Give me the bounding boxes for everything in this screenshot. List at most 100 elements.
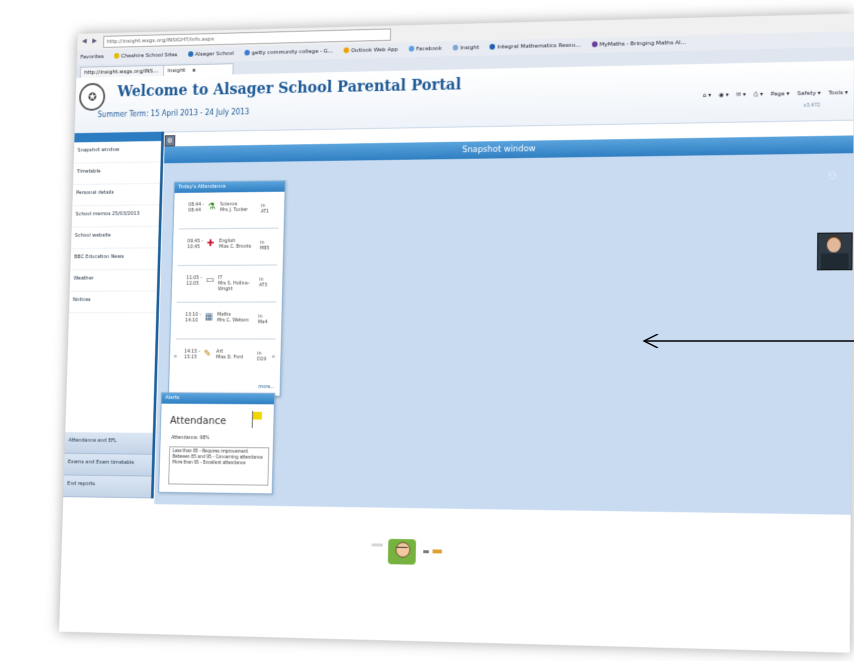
school-crest-icon: ✪: [78, 82, 106, 111]
lesson-details: Science Mrs J. Tucker: [220, 201, 258, 213]
taskbar-item[interactable]: [371, 543, 383, 547]
forward-icon[interactable]: ▶: [90, 36, 99, 45]
lesson-time: 09:45 - 10:45: [187, 238, 204, 250]
people-icon[interactable]: ⚇: [828, 169, 842, 182]
calculator-icon: ▦: [204, 312, 214, 323]
next-arrow-icon[interactable]: «: [271, 353, 275, 361]
lesson-room-group: in Ma4: [258, 314, 273, 325]
attendance-legend: Less than 85 - Requires improvement Betw…: [168, 446, 270, 486]
previous-arrow-icon[interactable]: »: [173, 353, 177, 361]
sidebar-item-attendance[interactable]: Attendance and EFL: [64, 432, 153, 455]
sidebar-bottom-group: Attendance and EFL Exams and Exam timeta…: [63, 432, 153, 499]
lesson-room-group: in M85: [260, 240, 275, 251]
version-label: v3.472: [803, 102, 821, 109]
tools-menu[interactable]: Tools ▾: [828, 89, 847, 96]
avatar: [816, 232, 853, 271]
flag-england-icon: ✚: [206, 238, 215, 249]
legend-line: More than 95 - Excellent attendance: [172, 460, 246, 467]
page-title: Welcome to Alsager School Parental Porta…: [117, 75, 462, 101]
lesson-details: Maths Mrs C. Watson: [217, 312, 255, 323]
sidebar-item-timetable[interactable]: Timetable: [73, 162, 161, 185]
computer-icon: ▭: [205, 275, 215, 286]
sidebar-item-snapshot[interactable]: Snapshot window: [73, 140, 162, 164]
snapshot-title-bar: Snapshot window: [164, 135, 854, 164]
snapshot-area: Snapshot window ⚇ Today's Attendance 08:…: [154, 135, 854, 515]
bookmark[interactable]: Cheshire School Sites: [114, 52, 177, 60]
sidebar-item-personal-details[interactable]: Personal details: [72, 183, 160, 207]
mail-icon[interactable]: ✉ ▾: [736, 91, 746, 98]
attendance-percent: Attendance: 98%: [171, 434, 210, 442]
lesson-teacher: Miss C. Brooks: [218, 243, 252, 250]
bookmark[interactable]: Facebook: [408, 45, 442, 52]
bookmark[interactable]: MyMaths - Bringing Maths Al...: [591, 39, 686, 48]
sidebar-item-weather[interactable]: Weather: [69, 269, 158, 292]
alert-heading: Attendance: [169, 414, 227, 427]
browser-command-bar: ⌂ ▾ ◉ ▾ ✉ ▾ ⎙ ▾ Page ▾ Safety ▾ Tools ▾: [697, 89, 848, 100]
back-icon[interactable]: ◀: [80, 36, 89, 45]
favorites-label[interactable]: Favorites: [80, 53, 104, 60]
lesson-time: 08:44 - 08:44: [188, 202, 205, 214]
lesson-row[interactable]: » 14:15 - 15:15 ✎ Art Miss D. Ford in D19 …: [173, 339, 276, 375]
lesson-room: M85: [259, 245, 270, 252]
more-link[interactable]: more...: [258, 384, 274, 390]
print-icon[interactable]: ⎙ ▾: [753, 91, 762, 98]
tab-label: Insight: [167, 67, 186, 75]
sidebar-item-school-website[interactable]: School website: [71, 226, 159, 249]
page-menu[interactable]: Page ▾: [771, 90, 790, 97]
bookmark-icon: [408, 45, 415, 52]
feeds-icon[interactable]: ◉ ▾: [719, 92, 729, 99]
lesson-time: 13:10 - 14:10: [185, 312, 202, 324]
flag-icon: [250, 410, 263, 429]
lesson-room-group: in AT3: [259, 277, 274, 288]
lesson-row[interactable]: 13:10 - 14:10 ▦ Maths Mrs C. Watson in Ma4: [175, 302, 277, 340]
lesson-room-group: in D19: [257, 351, 272, 362]
gear-icon[interactable]: ⚙: [164, 135, 176, 147]
bookmark[interactable]: Outlook Web App: [343, 46, 398, 54]
lesson-room: AT3: [258, 282, 268, 289]
term-dates: Summer Term: 15 April 2013 - 24 July 201…: [97, 107, 250, 119]
sidebar-item-exams[interactable]: Exams and Exam timetable: [63, 453, 153, 477]
palette-icon: ✎: [203, 348, 212, 360]
safety-menu[interactable]: Safety ▾: [797, 90, 821, 97]
bookmark-icon: [244, 49, 250, 56]
bookmark-icon: [114, 52, 120, 59]
sidebar-item-bbc-news[interactable]: BBC Education News: [70, 248, 159, 271]
bookmark-icon: [452, 44, 459, 51]
bookmark-icon: [343, 47, 350, 54]
teacher-avatar-icon[interactable]: [387, 538, 417, 565]
lesson-row[interactable]: 11:05 - 12:05 ▭ IT Mrs S. Hollins-Wright …: [176, 265, 278, 303]
bookmark-icon: [591, 41, 598, 48]
snapshot-title: Snapshot window: [462, 144, 536, 156]
lesson-teacher: Mrs C. Watson: [216, 317, 249, 324]
lesson-room: AT1: [260, 208, 270, 215]
lesson-teacher: Mrs J. Tucker: [219, 207, 248, 214]
bookmark[interactable]: Integral Mathematics Resou...: [489, 42, 581, 51]
lesson-teacher: Mrs S. Hollins-Wright: [217, 280, 250, 293]
sidebar-item-school-memos[interactable]: School memos 25/03/2013: [71, 205, 160, 228]
sidebar-nav: Snapshot window Timetable Personal detai…: [63, 131, 165, 499]
lesson-row[interactable]: 09:45 - 10:45 ✚ English Miss C. Brooks in…: [177, 228, 279, 267]
bookmark-icon: [187, 51, 194, 57]
sidebar-item-reports[interactable]: End reports: [63, 475, 152, 499]
lesson-details: IT Mrs S. Hollins-Wright: [218, 275, 256, 292]
close-icon[interactable]: x: [192, 67, 196, 74]
lesson-details: Art Miss D. Ford: [216, 349, 254, 360]
taskbar-item[interactable]: [432, 549, 442, 554]
flask-icon: ⚗: [207, 201, 216, 213]
page-bottom: [59, 502, 851, 653]
bookmark[interactable]: getty community college - G...: [244, 48, 333, 57]
sidebar-item-notices[interactable]: Notices: [69, 291, 157, 314]
lesson-room-group: in AT1: [261, 203, 276, 214]
todays-attendance-panel: Today's Attendance 08:44 - 08:44 ⚗ Scien…: [168, 180, 286, 397]
bookmark-icon: [489, 43, 496, 50]
lesson-row[interactable]: 08:44 - 08:44 ⚗ Science Mrs J. Tucker in A…: [178, 191, 280, 230]
lesson-room: D19: [257, 356, 267, 363]
bookmark[interactable]: Insight: [452, 44, 479, 51]
bookmark[interactable]: Alsager School: [187, 50, 234, 58]
taskbar-item[interactable]: [423, 550, 429, 554]
lesson-teacher: Miss D. Ford: [215, 354, 244, 361]
tab-label: http://insight.wsgs.org/INS...: [84, 67, 159, 76]
home-icon[interactable]: ⌂ ▾: [703, 92, 711, 99]
lesson-details: English Miss C. Brooks: [218, 238, 257, 250]
pointer-arrow: [642, 334, 854, 348]
